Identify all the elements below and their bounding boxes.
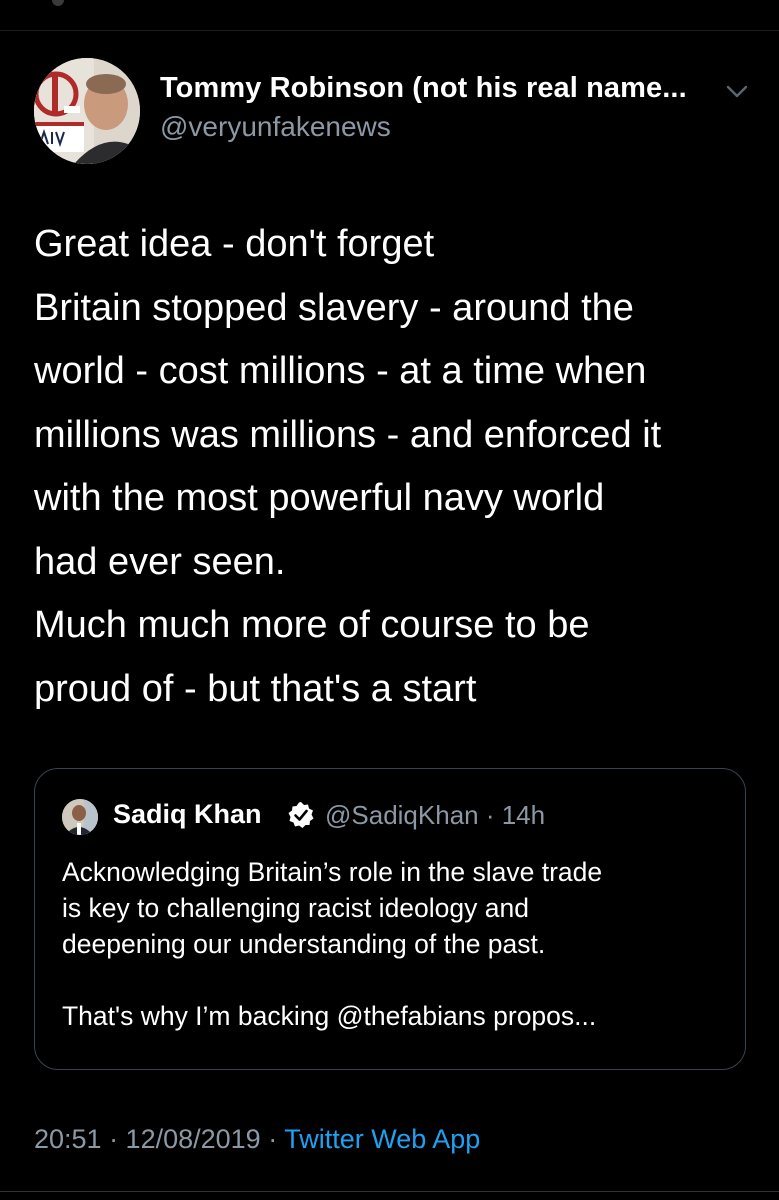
tweet-text-line: Much much more of course to be [34,604,590,646]
tweet-text-line: millions was millions - and enforced it [34,413,662,456]
tweet-detail-screen: Tommy Robinson (not his real name... @ve… [0,0,779,1200]
quoted-tweet-text: Acknowledging Britain’s role in the slav… [62,854,732,1034]
profile-photo-icon[interactable] [34,58,140,164]
quoted-author-avatar-icon [62,799,98,835]
quoted-text-truncated-line: That's why I’m backing @thefabians propo… [62,1001,597,1031]
author-name[interactable]: Tommy Robinson (not his real name... [160,72,687,105]
bottom-divider [0,1191,779,1192]
verified-badge-icon [287,801,315,829]
tweet-text-line: proud of - but that's a start [34,667,477,710]
tweet-text: Great idea - don't forget Britain stoppe… [34,213,754,721]
chevron-down-icon[interactable] [724,82,750,102]
tweet-header: Tommy Robinson (not his real name... @ve… [34,58,749,166]
tweet-metadata: 20:51 · 12/08/2019 · Twitter Web App [34,1124,480,1155]
quoted-text-line: deepening our understanding of the past. [62,929,546,959]
tweet-timestamp: 20:51 · 12/08/2019 · [34,1124,285,1154]
tweet-source-link[interactable]: Twitter Web App [284,1124,480,1154]
tweet-text-line: Great idea - don't forget [34,223,435,265]
author-handle[interactable]: @veryunfakenews [160,111,391,143]
tweet-text-line: world - cost millions - at a time when [34,350,647,392]
quoted-tweet-card[interactable]: Sadiq Khan @SadiqKhan · 14h Acknowledgin… [34,768,746,1070]
quoted-text-line: is key to challenging racist ideology an… [62,893,529,923]
top-edge-fragment [52,0,64,6]
tweet-text-line: Britain stopped slavery - around the [34,286,634,329]
quoted-text-line: Acknowledging Britain’s role in the slav… [62,857,603,887]
quoted-handle-time: @SadiqKhan · 14h [325,800,546,830]
quoted-author-name: Sadiq Khan [113,799,262,829]
tweet-text-line: had ever seen. [34,540,286,583]
tweet-text-line: with the most powerful navy world [34,477,605,519]
top-divider [0,30,779,31]
